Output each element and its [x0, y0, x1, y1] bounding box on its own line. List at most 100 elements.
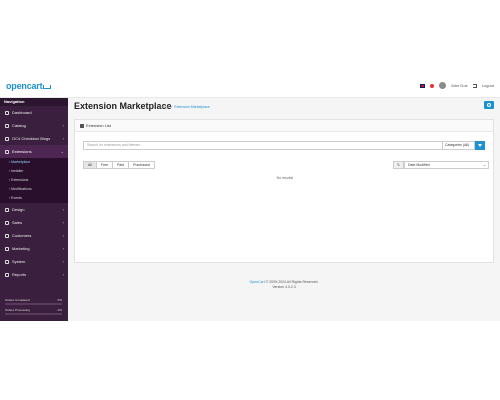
footer-copyright: © 2009-2024 All Rights Reserved. — [265, 280, 319, 284]
puzzle-icon — [5, 149, 9, 154]
progress-label: Orders Completed — [5, 298, 30, 302]
chevron-right-icon: › — [62, 123, 64, 128]
submenu-item-events[interactable]: › Events — [0, 194, 68, 203]
sidebar-item-label: Customers — [12, 233, 32, 238]
progress-orders-processing: Orders Processing 0% — [5, 308, 62, 315]
logout-icon[interactable] — [472, 83, 477, 88]
share-icon — [5, 246, 9, 251]
filter-button[interactable] — [475, 141, 485, 150]
card-title: Extension List — [86, 123, 111, 128]
breadcrumb: Home / Extension Marketplace — [160, 105, 210, 109]
sidebar-item-label: Reports — [12, 272, 27, 277]
filter-icon — [478, 144, 482, 147]
chevron-right-icon: › — [62, 259, 64, 264]
sidebar-item-oc4-blogs[interactable]: OC4 Checkbox Blogs › — [0, 132, 68, 145]
submenu-label: Modifications — [11, 187, 32, 191]
top-header: opencart John Doe Logout — [0, 76, 500, 98]
user-icon — [5, 233, 9, 238]
no-results-message: No results! — [276, 176, 294, 180]
puzzle-icon — [80, 123, 84, 128]
sidebar-item-dashboard[interactable]: Dashboard — [0, 106, 68, 119]
language-flag-icon[interactable] — [419, 83, 425, 88]
tab-free[interactable]: Free — [95, 161, 114, 169]
tab-purchased[interactable]: Purchased — [128, 161, 155, 169]
breadcrumb-separator: / — [171, 105, 173, 109]
submenu-item-installer[interactable]: › Installer — [0, 167, 68, 176]
sidebar-item-customers[interactable]: Customers › — [0, 229, 68, 242]
sidebar-item-sales[interactable]: Sales › — [0, 216, 68, 229]
breadcrumb-current[interactable]: Extension Marketplace — [174, 105, 209, 109]
app-window: opencart John Doe Logout Navigation Dash… — [0, 76, 500, 321]
sort-icon: ⇅ — [393, 161, 404, 169]
user-name[interactable]: John Doe — [451, 83, 468, 88]
sidebar-item-label: Dashboard — [12, 110, 32, 115]
footer: OpenCart © 2009-2024 All Rights Reserved… — [68, 280, 500, 290]
card-header: Extension List — [75, 120, 493, 132]
chevron-right-icon: › — [62, 207, 64, 212]
submenu-label: Events — [11, 196, 22, 200]
progress-value: 0% — [57, 308, 62, 312]
chevron-right-icon: › — [62, 136, 64, 141]
progress-bar — [5, 303, 62, 305]
sidebar-item-marketing[interactable]: Marketing › — [0, 242, 68, 255]
footer-version: Version 4.0.2.3 — [272, 285, 296, 289]
progress-orders-completed: Orders Completed 0% — [5, 298, 62, 305]
sort-select[interactable]: Date Modified ⌄ — [404, 161, 489, 169]
sidebar-item-label: Design — [12, 207, 25, 212]
chevron-right-icon: › — [62, 220, 64, 225]
submenu-label: Installer — [11, 169, 24, 173]
settings-button[interactable] — [484, 101, 494, 109]
gear-icon — [487, 103, 491, 107]
tab-all[interactable]: All — [83, 161, 97, 169]
sort-select-value: Date Modified — [408, 163, 430, 167]
cart-icon — [43, 84, 52, 89]
submenu-label: Extensions — [11, 178, 29, 182]
cart-icon — [5, 220, 9, 225]
chevron-right-icon: › — [62, 272, 64, 277]
sidebar-item-label: Marketing — [12, 246, 30, 251]
submenu-item-marketplace[interactable]: › Marketplace — [0, 158, 68, 167]
license-filter-tabs: All Free Paid Purchased — [83, 161, 155, 169]
gear-icon — [5, 259, 9, 264]
dashboard-icon — [5, 110, 9, 115]
avatar[interactable] — [438, 82, 446, 89]
logout-link[interactable]: Logout — [482, 83, 494, 88]
sidebar-item-design[interactable]: Design › — [0, 203, 68, 216]
main-content: Extension Marketplace Home / Extension Mar… — [68, 98, 500, 321]
logo-text: opencart — [6, 81, 43, 91]
chevron-right-icon: › — [62, 233, 64, 238]
progress-value: 0% — [57, 298, 62, 302]
search-input[interactable]: Search for extensions and themes — [83, 141, 443, 150]
progress-label: Orders Processing — [5, 308, 30, 312]
chevron-down-icon: ⌄ — [60, 149, 64, 154]
chevron-down-icon: ⌄ — [483, 163, 486, 167]
monitor-icon — [5, 207, 9, 212]
breadcrumb-home[interactable]: Home — [160, 105, 169, 109]
sidebar-item-label: Extensions — [12, 149, 32, 154]
tab-paid[interactable]: Paid — [112, 161, 130, 169]
blog-icon — [5, 136, 9, 141]
sidebar-item-system[interactable]: System › — [0, 255, 68, 268]
extensions-submenu: › Marketplace › Installer › Extensions ›… — [0, 158, 68, 203]
page-title: Extension Marketplace — [74, 101, 172, 111]
navigation-title: Navigation — [0, 98, 68, 106]
bar-chart-icon — [5, 272, 9, 277]
tag-icon — [5, 123, 9, 128]
sidebar-item-label: Sales — [12, 220, 23, 225]
opencart-link[interactable]: OpenCart — [250, 280, 265, 284]
sidebar-item-catalog[interactable]: Catalog › — [0, 119, 68, 132]
category-select[interactable]: Categories (All) — [443, 141, 475, 150]
sidebar-item-reports[interactable]: Reports › — [0, 268, 68, 281]
notification-icon[interactable] — [429, 83, 434, 88]
sidebar-item-extensions[interactable]: Extensions ⌄ — [0, 145, 68, 158]
page: opencart John Doe Logout Navigation Dash… — [0, 0, 500, 400]
submenu-item-extensions[interactable]: › Extensions — [0, 176, 68, 185]
submenu-label: Marketplace — [11, 160, 31, 164]
extension-list-card: Extension List Search for extensions and… — [74, 119, 494, 263]
header-right: John Doe Logout — [419, 82, 494, 89]
sidebar-item-label: Catalog — [12, 123, 26, 128]
sidebar-item-label: System — [12, 259, 26, 264]
opencart-logo[interactable]: opencart — [6, 81, 52, 91]
submenu-item-modifications[interactable]: › Modifications — [0, 185, 68, 194]
progress-bar — [5, 313, 62, 315]
